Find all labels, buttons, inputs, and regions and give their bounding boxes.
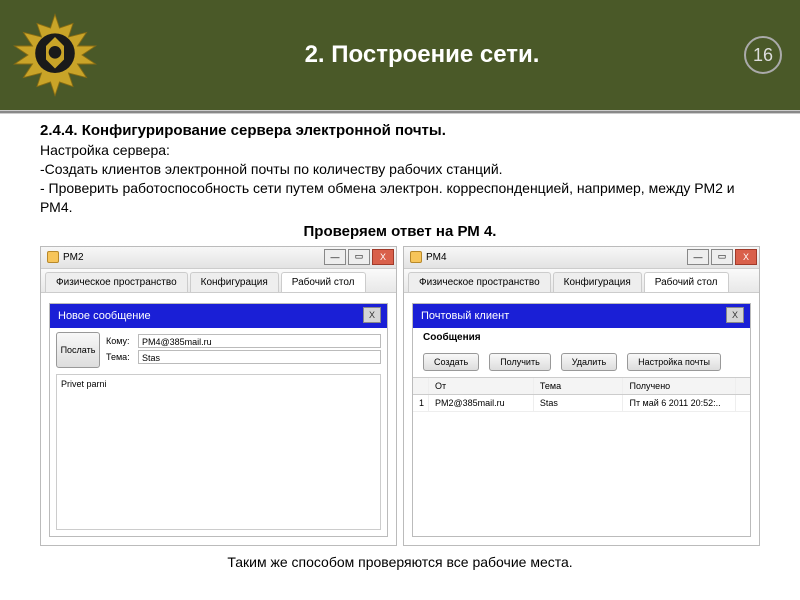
- panel-close-button[interactable]: X: [726, 307, 744, 323]
- tab-physical[interactable]: Физическое пространство: [45, 272, 188, 292]
- minimize-button[interactable]: —: [324, 249, 346, 265]
- mail-table-header: От Тема Получено: [413, 377, 750, 395]
- panel-title: Новое сообщение: [58, 310, 151, 322]
- panel-title-bar: Почтовый клиент X: [413, 304, 750, 328]
- window-titlebar-pm2: PM2 — ▭ X: [41, 247, 396, 269]
- section-heading: 2.4.4. Конфигурирование сервера электрон…: [40, 122, 760, 139]
- window-titlebar-pm4: PM4 — ▭ X: [404, 247, 759, 269]
- section-line-2: -Создать клиентов электронной почты по к…: [40, 160, 760, 179]
- section-line-3: - Проверить работоспособность сети путем…: [40, 179, 760, 217]
- compose-panel: Новое сообщение X Послать Кому: PM4@385m…: [49, 303, 388, 537]
- receive-button[interactable]: Получить: [489, 353, 551, 371]
- cell-from: PM2@385mail.ru: [429, 395, 534, 411]
- mail-client-panel: Почтовый клиент X Сообщения Создать Полу…: [412, 303, 751, 537]
- to-input[interactable]: PM4@385mail.ru: [138, 334, 381, 348]
- message-body[interactable]: Privet parni: [56, 374, 381, 530]
- emblem-icon: [10, 10, 100, 100]
- cell-tail: [736, 395, 750, 411]
- col-received: Получено: [623, 378, 736, 394]
- section-line-1: Настройка сервера:: [40, 141, 760, 160]
- messages-label: Сообщения: [413, 328, 750, 347]
- window-icon: [47, 251, 59, 263]
- content-block: 2.4.4. Конфигурирование сервера электрон…: [0, 114, 800, 244]
- send-button[interactable]: Послать: [56, 332, 100, 368]
- mail-settings-button[interactable]: Настройка почты: [627, 353, 721, 371]
- window-icon: [410, 251, 422, 263]
- tab-config[interactable]: Конфигурация: [190, 272, 279, 292]
- close-button[interactable]: X: [735, 249, 757, 265]
- tab-physical[interactable]: Физическое пространство: [408, 272, 551, 292]
- subject-label: Тема:: [106, 352, 134, 362]
- window-title: PM4: [426, 252, 447, 263]
- maximize-button[interactable]: ▭: [348, 249, 370, 265]
- col-subject: Тема: [534, 378, 624, 394]
- check-caption: Проверяем ответ на РМ 4.: [40, 223, 760, 240]
- cell-index: 1: [413, 395, 429, 411]
- page-number-badge: 16: [744, 36, 782, 74]
- panel-title-bar: Новое сообщение X: [50, 304, 387, 328]
- window-title: PM2: [63, 252, 84, 263]
- subject-input[interactable]: Stas: [138, 350, 381, 364]
- slide-title: 2. Построение сети.: [100, 41, 744, 69]
- panel-close-button[interactable]: X: [363, 307, 381, 323]
- tab-desktop[interactable]: Рабочий стол: [644, 272, 729, 292]
- tab-config[interactable]: Конфигурация: [553, 272, 642, 292]
- col-index: [413, 378, 429, 394]
- create-button[interactable]: Создать: [423, 353, 479, 371]
- tabs-pm4: Физическое пространство Конфигурация Раб…: [404, 269, 759, 293]
- minimize-button[interactable]: —: [687, 249, 709, 265]
- col-tail: [736, 378, 750, 394]
- screenshot-pm2: PM2 — ▭ X Физическое пространство Конфиг…: [40, 246, 397, 546]
- screenshot-pm4: PM4 — ▭ X Физическое пространство Конфиг…: [403, 246, 760, 546]
- tabs-pm2: Физическое пространство Конфигурация Раб…: [41, 269, 396, 293]
- cell-received: Пт май 6 2011 20:52:..: [623, 395, 736, 411]
- cell-subject: Stas: [534, 395, 624, 411]
- footer-note: Таким же способом проверяются все рабочи…: [0, 554, 800, 570]
- tab-desktop[interactable]: Рабочий стол: [281, 272, 366, 292]
- slide-header: 2. Построение сети. 16: [0, 0, 800, 110]
- mail-toolbar: Создать Получить Удалить Настройка почты: [413, 347, 750, 377]
- close-button[interactable]: X: [372, 249, 394, 265]
- mail-row[interactable]: 1 PM2@385mail.ru Stas Пт май 6 2011 20:5…: [413, 395, 750, 412]
- maximize-button[interactable]: ▭: [711, 249, 733, 265]
- to-label: Кому:: [106, 336, 134, 346]
- delete-button[interactable]: Удалить: [561, 353, 617, 371]
- panel-title: Почтовый клиент: [421, 310, 509, 322]
- col-from: От: [429, 378, 534, 394]
